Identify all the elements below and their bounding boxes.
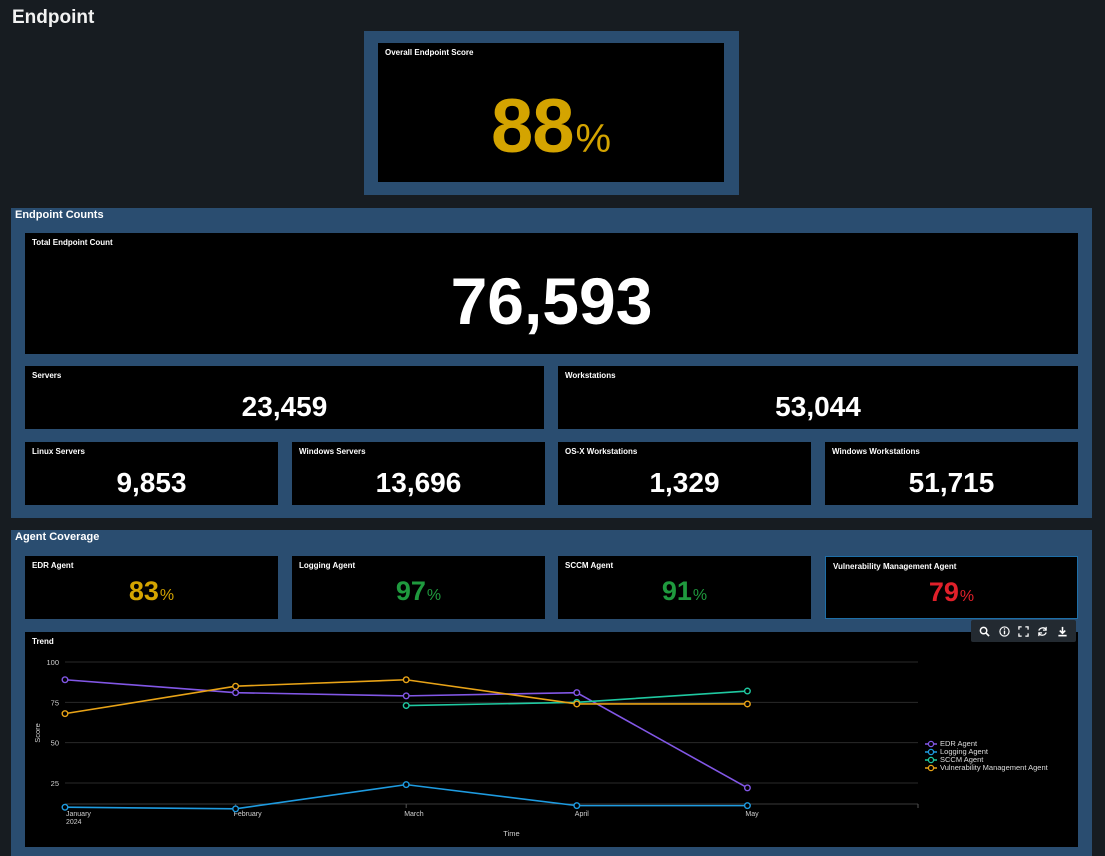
y-tick-label: 75 <box>51 698 59 707</box>
info-icon[interactable] <box>997 624 1011 638</box>
x-tick-label: March <box>404 811 424 818</box>
logging-agent-point <box>743 802 751 810</box>
search-icon[interactable] <box>978 624 992 638</box>
y-tick-label: 25 <box>51 779 59 788</box>
overall-score-frame: Overall Endpoint Score 88% <box>364 31 739 195</box>
logging-agent-point <box>232 805 240 813</box>
workstations-label: Workstations <box>565 371 616 380</box>
logging-agent-point <box>402 781 410 789</box>
logging-agent-panel[interactable]: Logging Agent 97% <box>292 556 545 619</box>
y-axis-title: Score <box>33 723 42 743</box>
linux-servers-panel[interactable]: Linux Servers 9,853 <box>25 442 278 505</box>
windows-workstations-value: 51,715 <box>908 467 995 498</box>
chart-toolbar <box>971 620 1076 642</box>
sccm-agent-panel[interactable]: SCCM Agent 91% <box>558 556 811 619</box>
overall-score-value: 88% <box>378 83 724 170</box>
endpoint-counts-section: Endpoint Counts Total Endpoint Count 76,… <box>11 208 1092 518</box>
workstations-value: 53,044 <box>775 391 861 422</box>
endpoint-counts-title: Endpoint Counts <box>15 209 104 221</box>
sccm-agent-point <box>743 687 751 695</box>
y-tick-label: 100 <box>46 658 59 667</box>
trend-panel[interactable]: Trend 25 50 75 100 January 2024 February March A… <box>25 632 1078 847</box>
overall-score-panel[interactable]: Overall Endpoint Score 88% <box>378 43 724 182</box>
refresh-icon[interactable] <box>1036 624 1050 638</box>
x-tick-label: February <box>234 811 263 818</box>
total-endpoint-panel[interactable]: Total Endpoint Count 76,593 <box>25 233 1078 354</box>
windows-workstations-label: Windows Workstations <box>832 447 920 456</box>
download-icon[interactable] <box>1055 624 1069 638</box>
vulnerability-management-agent-point <box>573 700 581 708</box>
osx-workstations-label: OS-X Workstations <box>565 447 638 456</box>
agent-coverage-title: Agent Coverage <box>15 531 100 543</box>
windows-servers-panel[interactable]: Windows Servers 13,696 <box>292 442 545 505</box>
sccm-agent-point <box>402 702 410 710</box>
edr-agent-point <box>573 689 581 697</box>
edr-agent-label: EDR Agent <box>32 561 74 570</box>
x-tick-label: April <box>575 811 589 818</box>
overall-score-unit: % <box>575 117 612 161</box>
vuln-agent-panel[interactable]: Vulnerability Management Agent 79% <box>825 556 1078 619</box>
osx-workstations-panel[interactable]: OS-X Workstations 1,329 <box>558 442 811 505</box>
vulnerability-management-agent-point <box>402 676 410 684</box>
edr-agent-panel[interactable]: EDR Agent 83% <box>25 556 278 619</box>
vuln-agent-value: 79% <box>826 577 1077 608</box>
workstations-panel[interactable]: Workstations 53,044 <box>558 366 1078 429</box>
trend-chart[interactable]: 25 50 75 100 January2024 February March April Ma… <box>25 632 1078 847</box>
x-tick-label: May <box>745 811 759 818</box>
sccm-agent-unit: % <box>692 587 708 604</box>
vuln-agent-number: 79 <box>928 577 959 607</box>
edr-agent-point <box>743 784 751 792</box>
sccm-agent-number: 91 <box>661 576 692 606</box>
sccm-agent-value: 91% <box>558 576 811 607</box>
linux-servers-value: 9,853 <box>116 467 187 498</box>
osx-workstations-value: 1,329 <box>649 467 720 498</box>
legend-label: Vulnerability Management Agent <box>940 763 1048 772</box>
windows-workstations-panel[interactable]: Windows Workstations 51,715 <box>825 442 1078 505</box>
legend-marker <box>925 740 937 748</box>
edr-agent-value: 83% <box>25 576 278 607</box>
sccm-agent-label: SCCM Agent <box>565 561 614 570</box>
total-endpoint-label: Total Endpoint Count <box>32 238 113 247</box>
vuln-agent-unit: % <box>959 588 975 605</box>
x-axis-title: Time <box>503 829 519 838</box>
legend-marker <box>925 764 937 772</box>
page-title: Endpoint <box>12 7 95 28</box>
edr-agent-unit: % <box>159 587 175 604</box>
edr-agent-number: 83 <box>128 576 159 606</box>
vulnerability-management-agent-point <box>61 710 69 718</box>
logging-agent-point <box>573 802 581 810</box>
total-endpoint-value: 76,593 <box>450 264 653 338</box>
trend-legend: EDR Agent Logging Agent SCCM Agent Vulnerab… <box>925 740 1048 772</box>
logging-agent-unit: % <box>426 587 442 604</box>
y-tick-label: 50 <box>51 739 59 748</box>
windows-servers-value: 13,696 <box>375 467 462 498</box>
logging-agent-label: Logging Agent <box>299 561 356 570</box>
legend-item-vulnerability-management-agent[interactable]: Vulnerability Management Agent <box>925 764 1048 772</box>
agent-coverage-section: Agent Coverage EDR Agent 83% Logging Age… <box>11 530 1092 856</box>
legend-marker <box>925 748 937 756</box>
servers-label: Servers <box>32 371 62 380</box>
edr-agent-point <box>61 676 69 684</box>
x-tick-sublabel: 2024 <box>66 819 82 826</box>
vulnerability-management-agent-point <box>232 682 240 690</box>
overall-score-number: 88 <box>490 84 575 169</box>
windows-servers-label: Windows Servers <box>299 447 366 456</box>
expand-icon[interactable] <box>1016 624 1030 638</box>
vuln-agent-label: Vulnerability Management Agent <box>833 562 957 571</box>
x-tick-label: January <box>66 811 91 818</box>
edr-agent-point <box>402 692 410 700</box>
servers-panel[interactable]: Servers 23,459 <box>25 366 544 429</box>
overall-score-label: Overall Endpoint Score <box>385 48 474 57</box>
vulnerability-management-agent-point <box>743 700 751 708</box>
linux-servers-label: Linux Servers <box>32 447 85 456</box>
servers-value: 23,459 <box>241 391 328 422</box>
logging-agent-point <box>61 803 69 811</box>
legend-marker <box>925 756 937 764</box>
edr-agent-point <box>232 689 240 697</box>
logging-agent-value: 97% <box>292 576 545 607</box>
logging-agent-number: 97 <box>395 576 426 606</box>
